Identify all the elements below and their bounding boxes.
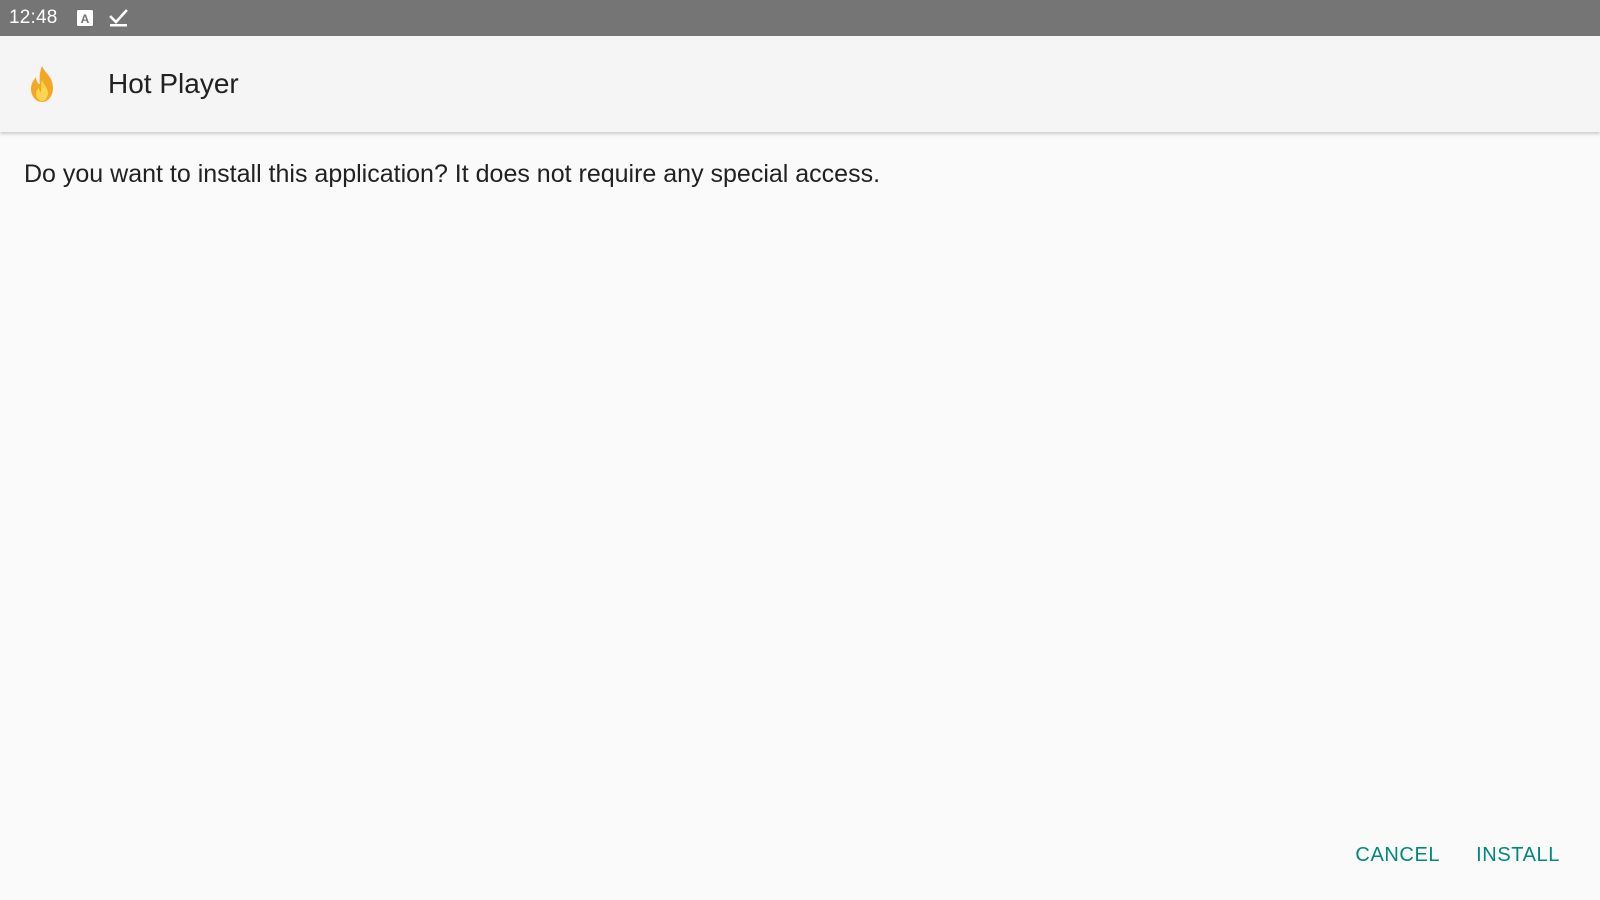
cancel-button[interactable]: CANCEL (1345, 836, 1450, 875)
text-box-icon: A (76, 9, 94, 27)
flame-icon (22, 64, 62, 104)
app-header: Hot Player (0, 36, 1600, 132)
status-bar: 12:48 A (0, 0, 1600, 36)
status-time: 12:48 (9, 7, 58, 28)
check-download-icon (108, 8, 130, 28)
install-button[interactable]: INSTALL (1466, 836, 1570, 875)
install-message: Do you want to install this application?… (24, 160, 881, 188)
dialog-actions: CANCEL INSTALL (1345, 836, 1570, 875)
app-title: Hot Player (108, 68, 239, 99)
svg-text:A: A (80, 12, 89, 26)
